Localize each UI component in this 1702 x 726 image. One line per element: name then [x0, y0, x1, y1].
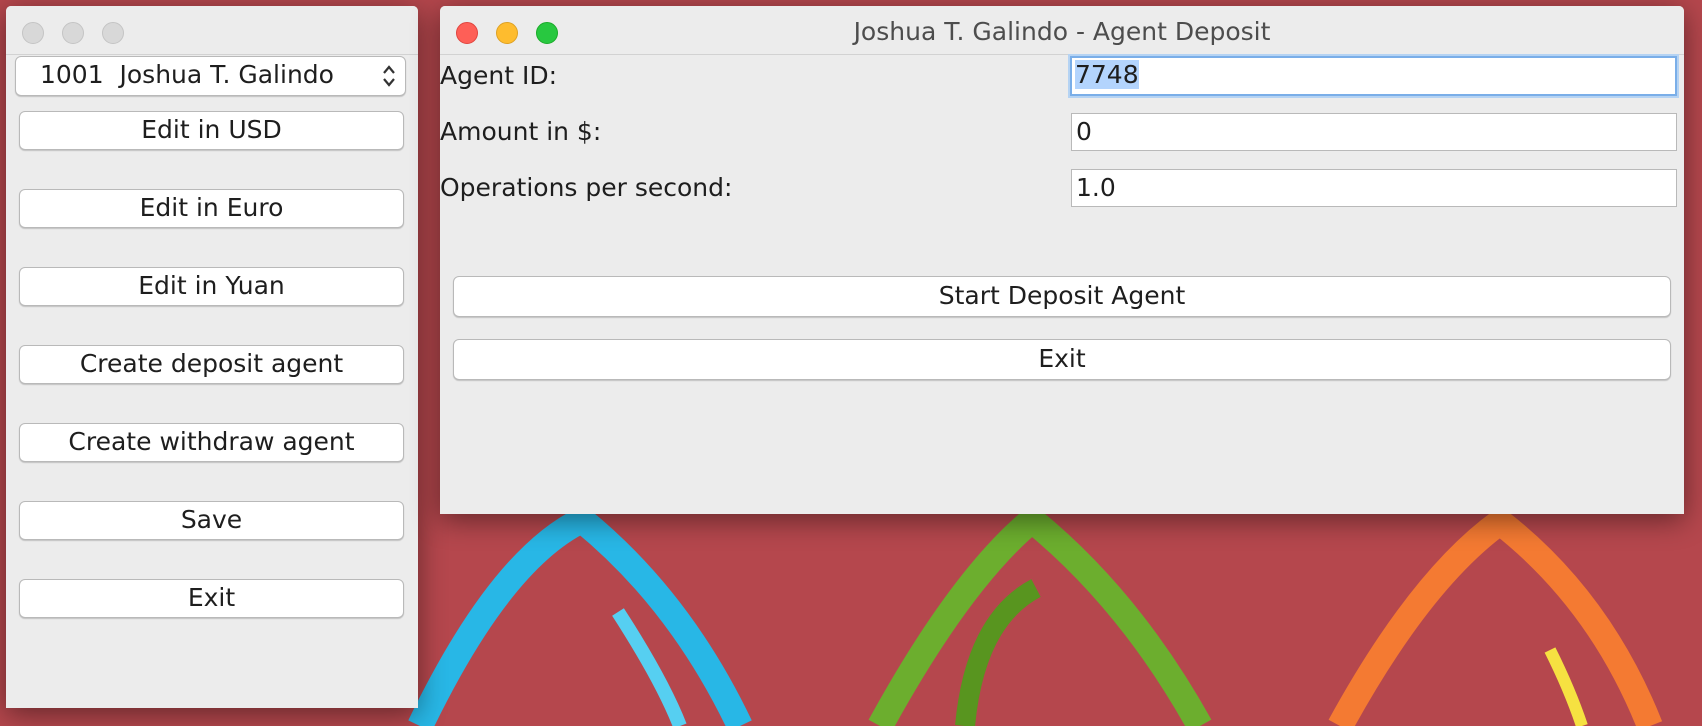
minimize-button-inactive[interactable] — [62, 22, 84, 44]
edit-usd-button[interactable]: Edit in USD — [19, 111, 404, 150]
edit-euro-button[interactable]: Edit in Euro — [19, 189, 404, 228]
edit-yuan-button[interactable]: Edit in Yuan — [19, 267, 404, 306]
save-button[interactable]: Save — [19, 501, 404, 540]
close-button-inactive[interactable] — [22, 22, 44, 44]
agent-deposit-window: Joshua T. Galindo - Agent Deposit Agent … — [440, 6, 1684, 514]
amount-label: Amount in $: — [440, 117, 602, 146]
chevron-up-down-icon — [383, 65, 395, 87]
zoom-button-inactive[interactable] — [102, 22, 124, 44]
operations-per-second-label: Operations per second: — [440, 173, 733, 202]
amount-field[interactable]: 0 — [1071, 113, 1677, 151]
agent-id-label: Agent ID: — [440, 61, 557, 90]
start-deposit-agent-button[interactable]: Start Deposit Agent — [453, 276, 1671, 317]
agent-deposit-titlebar[interactable]: Joshua T. Galindo - Agent Deposit — [440, 6, 1684, 55]
account-select[interactable]: 1001 Joshua T. Galindo — [15, 56, 406, 96]
window-title: Joshua T. Galindo - Agent Deposit — [853, 17, 1271, 46]
deposit-exit-button[interactable]: Exit — [453, 339, 1671, 380]
operations-per-second-field[interactable]: 1.0 — [1071, 169, 1677, 207]
main-window-titlebar[interactable] — [6, 6, 418, 55]
create-deposit-agent-button[interactable]: Create deposit agent — [19, 345, 404, 384]
account-select-value: 1001 Joshua T. Galindo — [40, 60, 334, 89]
amount-value: 0 — [1076, 117, 1092, 146]
agent-id-value: 7748 — [1075, 60, 1139, 89]
create-withdraw-agent-button[interactable]: Create withdraw agent — [19, 423, 404, 462]
agent-id-field[interactable]: 7748 — [1070, 56, 1677, 96]
desktop: 1001 Joshua T. Galindo Edit in USD Edit … — [0, 0, 1702, 726]
exit-button[interactable]: Exit — [19, 579, 404, 618]
operations-per-second-value: 1.0 — [1076, 173, 1116, 202]
main-window: 1001 Joshua T. Galindo Edit in USD Edit … — [6, 6, 418, 708]
